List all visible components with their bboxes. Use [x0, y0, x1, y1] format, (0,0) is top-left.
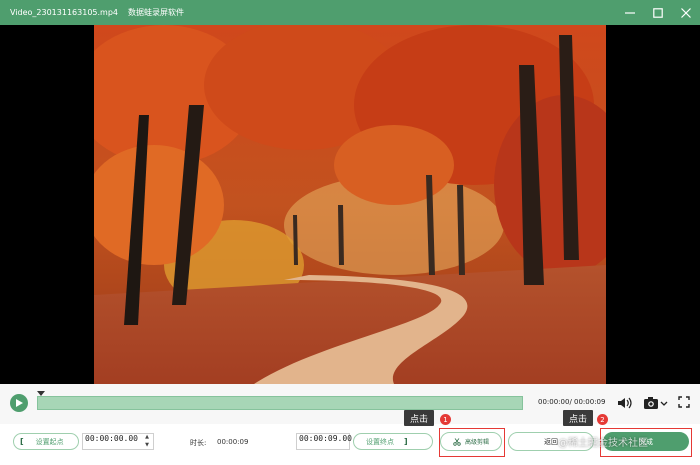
advanced-edit-button[interactable]: 高级剪辑	[440, 432, 502, 451]
title-bar: Video_230131163105.mp4 数据蛙录屏软件	[0, 0, 700, 25]
timeline-track[interactable]	[37, 396, 523, 410]
minimize-button[interactable]	[616, 0, 644, 25]
set-end-button[interactable]: 设置终点 ]	[353, 433, 433, 450]
maximize-icon	[653, 7, 663, 18]
window-file-title: Video_230131163105.mp4	[10, 8, 118, 17]
watermark: @稀土掘金技术社区	[558, 438, 648, 449]
fullscreen-icon[interactable]	[678, 396, 690, 408]
step-badge-1: 1	[440, 414, 451, 425]
back-label: 返回	[544, 437, 558, 446]
camera-icon[interactable]	[643, 396, 669, 410]
set-start-button[interactable]: [ 设置起点	[13, 433, 79, 450]
duration-value: 00:00:09	[217, 438, 249, 446]
end-time-input[interactable]: 00:00:09.00	[296, 433, 352, 450]
start-bracket: [	[20, 437, 24, 446]
maximize-button[interactable]	[644, 0, 672, 25]
play-icon	[16, 399, 23, 407]
step-badge-2: 2	[597, 414, 608, 425]
step-up-icon[interactable]: ▲	[143, 434, 151, 441]
play-button[interactable]	[10, 394, 28, 412]
video-frame	[94, 25, 606, 384]
close-button[interactable]	[672, 0, 700, 25]
set-end-label: 设置终点	[366, 437, 394, 446]
time-readout: 00:00:00/ 00:00:09	[538, 398, 606, 406]
window-app-title: 数据蛙录屏软件	[128, 8, 184, 17]
click-tooltip-2: 点击	[563, 410, 594, 426]
advanced-edit-label: 高级剪辑	[464, 439, 489, 446]
click-tooltip-1: 点击	[404, 410, 435, 426]
volume-icon[interactable]	[617, 396, 633, 410]
video-preview-area	[0, 25, 700, 384]
minimize-icon	[625, 11, 635, 14]
duration-label: 时长:	[190, 439, 207, 447]
end-bracket: ]	[404, 437, 408, 446]
start-time-stepper[interactable]: ▲ ▼	[143, 434, 151, 449]
close-icon	[681, 7, 691, 18]
set-start-label: 设置起点	[35, 437, 64, 446]
window-controls	[616, 0, 700, 25]
scissors-icon	[453, 437, 461, 446]
timeline-bar: 00:00:00/ 00:00:09	[0, 384, 700, 424]
autumn-forest-image	[94, 25, 606, 384]
step-down-icon[interactable]: ▼	[143, 442, 151, 449]
